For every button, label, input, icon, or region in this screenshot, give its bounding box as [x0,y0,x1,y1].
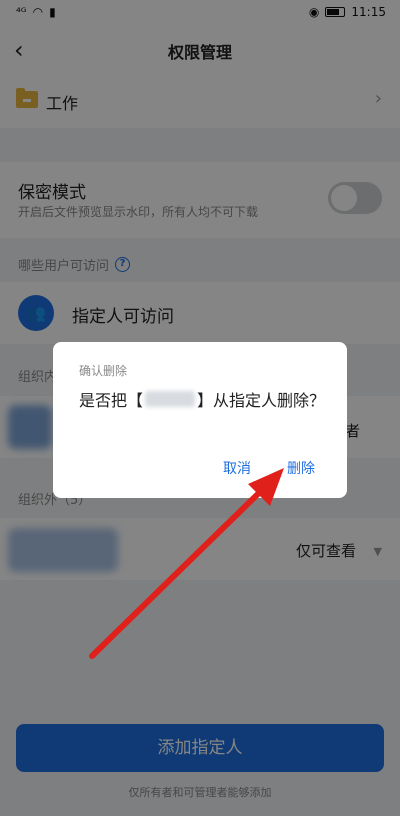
dialog-message-suffix: 】从指定人删除？ [197,391,326,410]
cancel-button[interactable]: 取消 [223,458,251,478]
confirm-delete-dialog: 确认删除 是否把【 】从指定人删除？ 取消 删除 [53,342,347,498]
dialog-message-prefix: 是否把【 [79,391,144,410]
permission-page: ⁴ᴳ ◠ ▮ ◉ 11:15 ‹ 权限管理 工作 › 保密模式 开启后文件预览显… [0,0,400,816]
redacted-name [145,391,196,407]
dialog-title: 确认删除 [79,364,128,378]
delete-button[interactable]: 删除 [287,458,315,478]
dialog-message: 是否把【 】从指定人删除？ [79,387,325,411]
